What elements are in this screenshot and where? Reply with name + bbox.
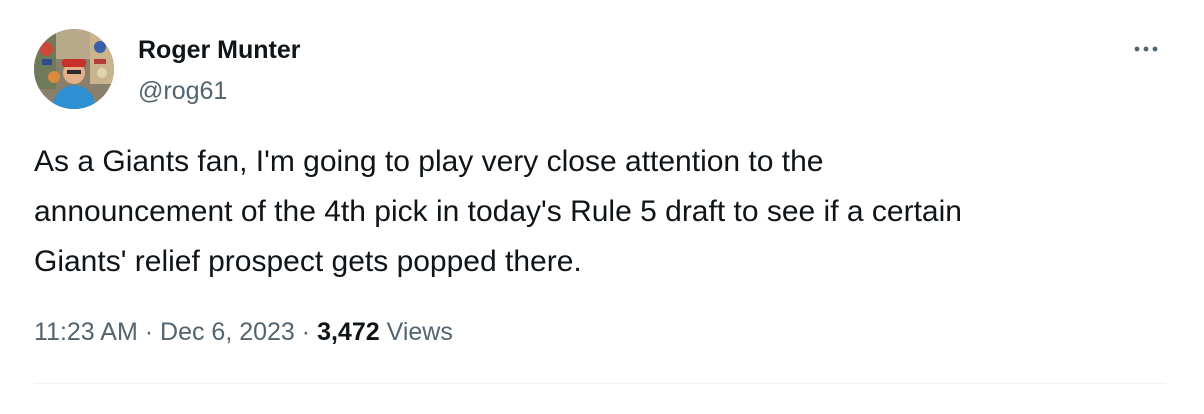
- tweet-date[interactable]: Dec 6, 2023: [160, 318, 295, 346]
- meta-separator: ·: [301, 318, 311, 346]
- avatar-image: [34, 29, 114, 109]
- tweet-card: Roger Munter @rog61 As a Giants fan, I'm…: [0, 0, 1204, 414]
- tweet-text: As a Giants fan, I'm going to play very …: [34, 137, 1174, 287]
- meta-separator: ·: [144, 318, 154, 346]
- avatar[interactable]: [34, 29, 114, 109]
- more-horizontal-icon: [1134, 46, 1158, 52]
- views-label[interactable]: Views: [387, 318, 453, 346]
- divider: [34, 383, 1166, 384]
- views-count[interactable]: 3,472: [317, 318, 380, 346]
- tweet-text-line: As a Giants fan, I'm going to play very …: [34, 145, 824, 178]
- tweet-text-line: Giants' relief prospect gets popped ther…: [34, 245, 582, 278]
- tweet-meta: 11:23 AM · Dec 6, 2023 · 3,472 Views: [34, 313, 453, 351]
- tweet-text-line: announcement of the 4th pick in today's …: [34, 195, 962, 228]
- author-name[interactable]: Roger Munter: [138, 34, 301, 66]
- more-options-button[interactable]: [1124, 34, 1168, 64]
- author-handle[interactable]: @rog61: [138, 75, 227, 107]
- tweet-time[interactable]: 11:23 AM: [34, 318, 138, 346]
